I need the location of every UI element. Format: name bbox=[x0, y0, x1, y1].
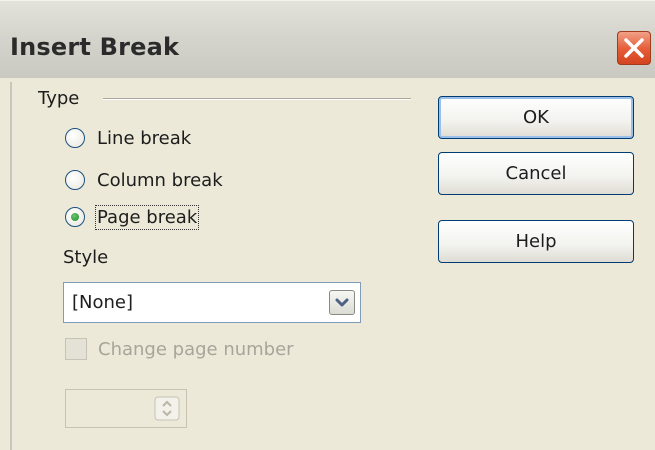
radio-line-break-label[interactable]: Line break bbox=[97, 128, 191, 149]
radio-page-break-label[interactable]: Page break bbox=[94, 205, 200, 230]
spin-arrows-icon bbox=[154, 396, 180, 421]
change-page-number-label: Change page number bbox=[98, 339, 294, 360]
page-number-spin-field[interactable] bbox=[65, 389, 187, 428]
close-icon bbox=[624, 38, 644, 58]
insert-break-dialog: Insert Break Type Line break Column brea… bbox=[0, 0, 655, 450]
radio-column-break-label[interactable]: Column break bbox=[97, 170, 223, 191]
chevron-down-icon bbox=[335, 298, 349, 307]
ok-button[interactable]: OK bbox=[438, 96, 634, 139]
style-select[interactable]: [None] bbox=[63, 282, 361, 323]
change-page-number-checkbox[interactable] bbox=[65, 338, 87, 360]
dialog-title: Insert Break bbox=[10, 33, 180, 61]
radio-selected-dot bbox=[71, 213, 79, 221]
radio-page-break[interactable] bbox=[65, 207, 85, 227]
cancel-button[interactable]: Cancel bbox=[438, 152, 634, 195]
window-frame-edge bbox=[10, 82, 12, 450]
help-button[interactable]: Help bbox=[438, 220, 634, 263]
type-group-divider bbox=[103, 98, 411, 100]
close-button[interactable] bbox=[617, 31, 651, 65]
title-bar[interactable]: Insert Break bbox=[0, 0, 655, 79]
spin-button[interactable] bbox=[154, 396, 180, 421]
type-group-label: Type bbox=[38, 88, 80, 109]
style-label: Style bbox=[63, 247, 109, 268]
radio-column-break[interactable] bbox=[65, 170, 85, 190]
style-select-value: [None] bbox=[72, 292, 134, 313]
window-frame-left bbox=[0, 78, 10, 450]
style-dropdown-button[interactable] bbox=[329, 290, 355, 315]
radio-line-break[interactable] bbox=[65, 128, 85, 148]
